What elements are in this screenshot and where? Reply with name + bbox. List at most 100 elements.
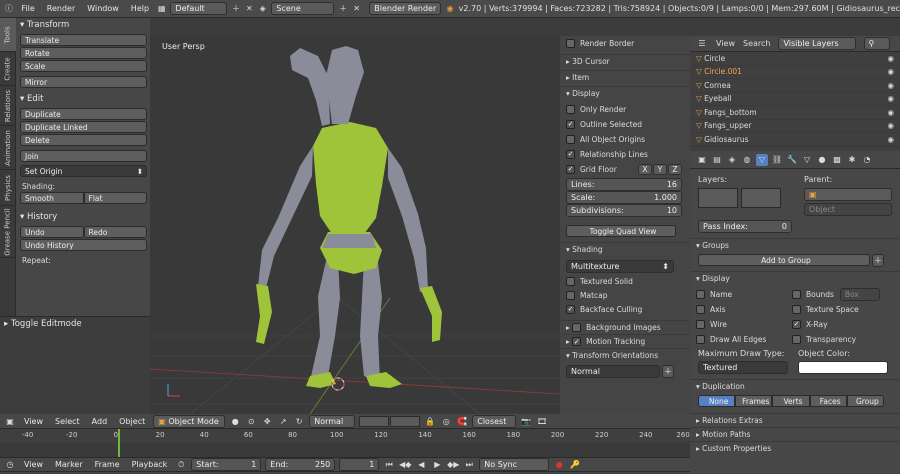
tab-create[interactable]: Create [0, 52, 16, 86]
keying-set-icon[interactable]: 🔑 [569, 459, 581, 471]
x-axis-toggle[interactable]: X [638, 163, 652, 175]
outliner-item[interactable]: ▽ Circle ◉ [690, 52, 900, 66]
jump-start-icon[interactable]: ⏮ [383, 459, 395, 471]
prev-key-icon[interactable]: ◀◆ [399, 459, 411, 471]
subdivisions-field[interactable]: Subdivisions: 10 [566, 204, 682, 217]
render-icon[interactable]: ▣ [696, 154, 708, 166]
group-add-icon[interactable]: ＋ [872, 254, 884, 267]
layers-group-2[interactable] [390, 415, 421, 427]
rotate-manip-icon[interactable]: ↻ [293, 415, 305, 427]
snap-target-select[interactable]: Closest [472, 414, 517, 428]
manipulator-icon[interactable]: ✥ [261, 415, 273, 427]
groups-panel-header[interactable]: ▾ Groups [690, 238, 900, 252]
backface-culling-checkbox[interactable]: ✓ [566, 304, 575, 314]
object-icon[interactable]: ▽ [756, 153, 768, 166]
texture-icon[interactable]: ▩ [831, 154, 843, 166]
pass-index-field[interactable]: Pass Index: 0 [698, 220, 792, 233]
menu-render[interactable]: Render [43, 4, 79, 13]
3d-cursor-panel-header[interactable]: ▸ 3D Cursor [560, 54, 690, 68]
play-reverse-icon[interactable]: ◀ [415, 459, 427, 471]
relations-extras-header[interactable]: ▸ Relations Extras [690, 413, 900, 427]
z-axis-toggle[interactable]: Z [668, 163, 682, 175]
outliner-item[interactable]: ▽ Fangs_upper ◉ [690, 120, 900, 133]
layer-buttons-left[interactable] [698, 188, 738, 208]
dup-faces-button[interactable]: Faces [809, 395, 847, 407]
render-anim-icon[interactable]: 🎞 [536, 415, 548, 427]
material-icon[interactable]: ● [816, 154, 828, 166]
all-object-origins-checkbox[interactable] [566, 134, 575, 144]
scene-field[interactable]: Scene [271, 2, 335, 15]
relationship-lines-checkbox[interactable]: ✓ [566, 149, 575, 159]
edit-panel-header[interactable]: ▾ Edit [16, 92, 150, 106]
scene-icon[interactable]: ◈ [258, 3, 267, 15]
motion-paths-header[interactable]: ▸ Motion Paths [690, 427, 900, 441]
texture-space-checkbox[interactable] [792, 304, 801, 314]
timeline-view-menu[interactable]: View [20, 460, 47, 469]
translate-manip-icon[interactable]: ↗ [277, 415, 289, 427]
duplicate-button[interactable]: Duplicate [20, 108, 147, 120]
screen-remove-icon[interactable]: ✕ [245, 3, 254, 15]
dup-verts-button[interactable]: Verts [772, 395, 810, 407]
backface-culling-row[interactable]: ✓ Backface Culling [560, 302, 690, 316]
outliner-editor-icon[interactable]: ☰ [696, 38, 708, 50]
draw-all-edges-row[interactable]: Draw All Edges [696, 332, 792, 346]
layer-buttons[interactable] [359, 415, 421, 427]
redo-button[interactable]: Redo [83, 226, 147, 238]
view-menu[interactable]: View [20, 417, 47, 426]
object-menu[interactable]: Object [115, 417, 149, 426]
current-frame-field[interactable]: 1 [339, 458, 380, 471]
orientation-add-icon[interactable]: ＋ [662, 365, 674, 378]
axis-row[interactable]: Axis [696, 302, 792, 316]
next-key-icon[interactable]: ◆▶ [447, 459, 459, 471]
lines-field[interactable]: Lines: 16 [566, 178, 682, 191]
transform-orientations-header[interactable]: ▾ Transform Orientations [560, 348, 690, 362]
menu-file[interactable]: File [17, 4, 38, 13]
layer-buttons-right[interactable] [741, 188, 781, 208]
dup-none-button[interactable]: None [698, 395, 736, 407]
render-still-icon[interactable]: 📷 [520, 415, 532, 427]
toggle-editmode-header[interactable]: ▸ Toggle Editmode [0, 317, 150, 331]
matcap-row[interactable]: Matcap [560, 288, 690, 302]
timeline-track[interactable] [0, 443, 690, 457]
physics-icon[interactable]: ◔ [861, 154, 873, 166]
tab-relations[interactable]: Relations [0, 86, 16, 126]
matcap-checkbox[interactable] [566, 290, 575, 300]
axis-checkbox[interactable] [696, 304, 705, 314]
start-frame-field[interactable]: Start: 1 [191, 458, 262, 471]
outliner-filter-select[interactable]: Visible Layers [778, 37, 857, 50]
outline-selected-checkbox[interactable]: ✓ [566, 119, 575, 129]
render-engine-select[interactable]: Blender Render [369, 2, 442, 15]
jump-end-icon[interactable]: ⏭ [463, 459, 475, 471]
sync-select[interactable]: No Sync [479, 458, 550, 471]
outliner-search-menu[interactable]: Search [743, 39, 770, 48]
scale-button[interactable]: Scale [20, 60, 147, 72]
mirror-button[interactable]: Mirror [20, 76, 147, 88]
scene-icon[interactable]: ◈ [726, 154, 738, 166]
menu-window[interactable]: Window [83, 4, 123, 13]
screen-layout-field[interactable]: Default [170, 2, 228, 15]
layer-grid[interactable] [698, 188, 781, 208]
relationship-lines-row[interactable]: ✓ Relationship Lines [560, 147, 690, 161]
wire-checkbox[interactable] [696, 319, 705, 329]
display-panel-header[interactable]: ▾ Display [690, 271, 900, 285]
current-frame-marker[interactable] [118, 429, 120, 443]
render-layers-icon[interactable]: ▤ [711, 154, 723, 166]
duplicate-linked-button[interactable]: Duplicate Linked [20, 121, 147, 133]
y-axis-toggle[interactable]: Y [653, 163, 667, 175]
add-menu[interactable]: Add [88, 417, 112, 426]
menu-help[interactable]: Help [127, 4, 153, 13]
snap-icon[interactable]: 🧲 [456, 415, 468, 427]
data-icon[interactable]: ▽ [801, 154, 813, 166]
outliner-item[interactable]: ▽ Circle.001 ◉ [690, 66, 900, 79]
parent-type-select[interactable]: Object [804, 203, 892, 216]
mode-select[interactable]: ▣ Object Mode [153, 414, 226, 428]
only-render-checkbox[interactable] [566, 104, 575, 114]
motion-tracking-checkbox[interactable]: ✓ [572, 337, 582, 346]
outline-selected-row[interactable]: ✓ Outline Selected [560, 117, 690, 131]
outliner-item[interactable]: ▽ Fangs_bottom ◉ [690, 106, 900, 120]
bounds-type-select[interactable]: Box [839, 287, 880, 301]
dup-group-button[interactable]: Group [846, 395, 885, 407]
transform-panel-header[interactable]: ▾ Transform [16, 18, 150, 32]
3d-view-editor-icon[interactable]: ▣ [4, 415, 16, 427]
outliner-view-menu[interactable]: View [716, 39, 735, 48]
